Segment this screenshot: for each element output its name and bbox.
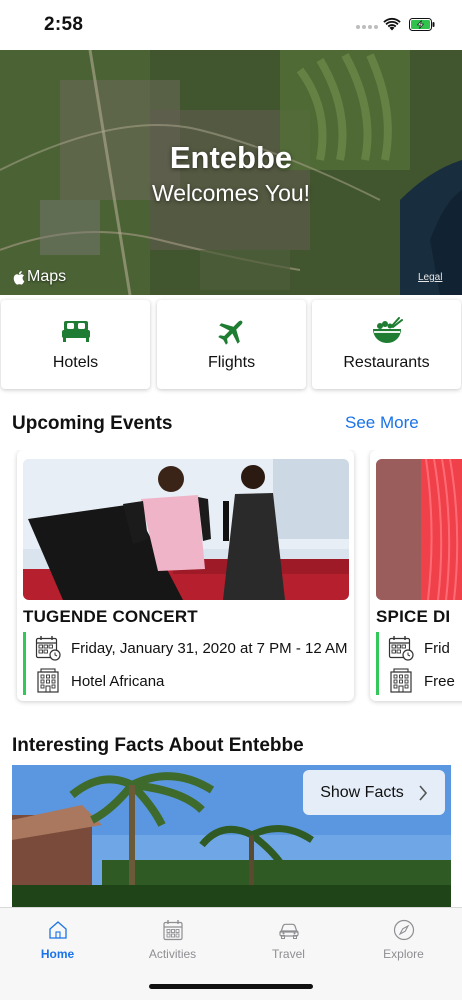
facts-banner[interactable]: Show Facts xyxy=(12,765,451,910)
event-venue-row: Free xyxy=(388,668,455,694)
event-card[interactable]: SPICE DI Frid Free xyxy=(370,450,462,701)
calendar-icon xyxy=(388,636,414,661)
tab-home[interactable]: Home xyxy=(0,908,115,978)
event-date: Friday, January 31, 2020 at 7 PM - 12 AM xyxy=(71,639,348,657)
food-bowl-icon xyxy=(372,317,403,343)
event-title: SPICE DI xyxy=(376,607,451,626)
building-icon xyxy=(37,668,59,693)
event-card[interactable]: TUGENDE CONCERT Friday, January 31, 2020… xyxy=(17,450,354,701)
screen: 2:58 Entebbe Welcomes You! Maps Legal Ho… xyxy=(0,0,462,1000)
car-icon xyxy=(278,923,299,939)
event-venue-row: Hotel Africana xyxy=(35,668,164,694)
restaurants-label: Restaurants xyxy=(343,354,430,371)
hero-subtitle: Welcomes You! xyxy=(151,180,311,206)
see-more-link[interactable]: See More xyxy=(345,413,419,433)
tab-explore[interactable]: Explore xyxy=(346,908,461,978)
tab-label: Home xyxy=(40,947,75,961)
event-venue: Hotel Africana xyxy=(71,672,165,690)
apple-icon xyxy=(13,270,25,285)
event-accent-bar xyxy=(376,632,379,695)
restaurants-button[interactable]: Restaurants xyxy=(312,300,461,389)
facts-title: Interesting Facts About Entebbe xyxy=(12,735,304,756)
hotels-button[interactable]: Hotels xyxy=(1,300,150,389)
airplane-icon xyxy=(217,320,242,345)
show-facts-label: Show Facts xyxy=(320,783,404,801)
flights-label: Flights xyxy=(207,354,256,371)
event-image xyxy=(376,459,462,600)
tab-travel[interactable]: Travel xyxy=(231,908,346,978)
status-bar: 2:58 xyxy=(0,0,462,50)
compass-icon xyxy=(393,919,414,941)
maps-brand-label: Maps xyxy=(27,268,67,285)
apple-maps-logo: Maps xyxy=(12,268,66,286)
calendar-icon xyxy=(35,636,61,661)
event-title: TUGENDE CONCERT xyxy=(23,607,198,626)
hero-title: Entebbe xyxy=(169,140,293,175)
house-icon xyxy=(48,921,67,939)
upcoming-events-title: Upcoming Events xyxy=(12,413,173,434)
event-accent-bar xyxy=(23,632,26,695)
events-carousel[interactable]: TUGENDE CONCERT Friday, January 31, 2020… xyxy=(0,450,462,710)
event-date: Frid xyxy=(424,639,450,657)
flights-button[interactable]: Flights xyxy=(157,300,306,389)
building-icon xyxy=(390,668,412,693)
wifi-icon xyxy=(383,17,401,31)
event-date-row: Frid xyxy=(388,635,450,661)
tab-label: Travel xyxy=(272,947,305,961)
tab-label: Activities xyxy=(148,947,197,961)
bed-icon xyxy=(61,321,90,342)
home-indicator[interactable] xyxy=(149,984,313,989)
map-hero[interactable]: Entebbe Welcomes You! Maps Legal xyxy=(0,50,462,295)
status-time: 2:58 xyxy=(44,14,84,35)
category-row: Hotels Flights Restaurants xyxy=(0,300,462,390)
chevron-right-icon xyxy=(419,784,427,801)
event-image xyxy=(23,459,349,600)
hotels-label: Hotels xyxy=(52,354,99,371)
tab-activities[interactable]: Activities xyxy=(115,908,230,978)
battery-charging-icon xyxy=(409,18,435,31)
legal-link[interactable]: Legal xyxy=(418,272,442,283)
show-facts-button[interactable]: Show Facts xyxy=(303,770,445,815)
cellular-signal-icon xyxy=(356,25,378,31)
calendar-icon xyxy=(162,920,183,941)
event-venue: Free xyxy=(424,672,455,690)
tab-label: Explore xyxy=(383,947,424,961)
event-date-row: Friday, January 31, 2020 at 7 PM - 12 AM xyxy=(35,635,348,661)
